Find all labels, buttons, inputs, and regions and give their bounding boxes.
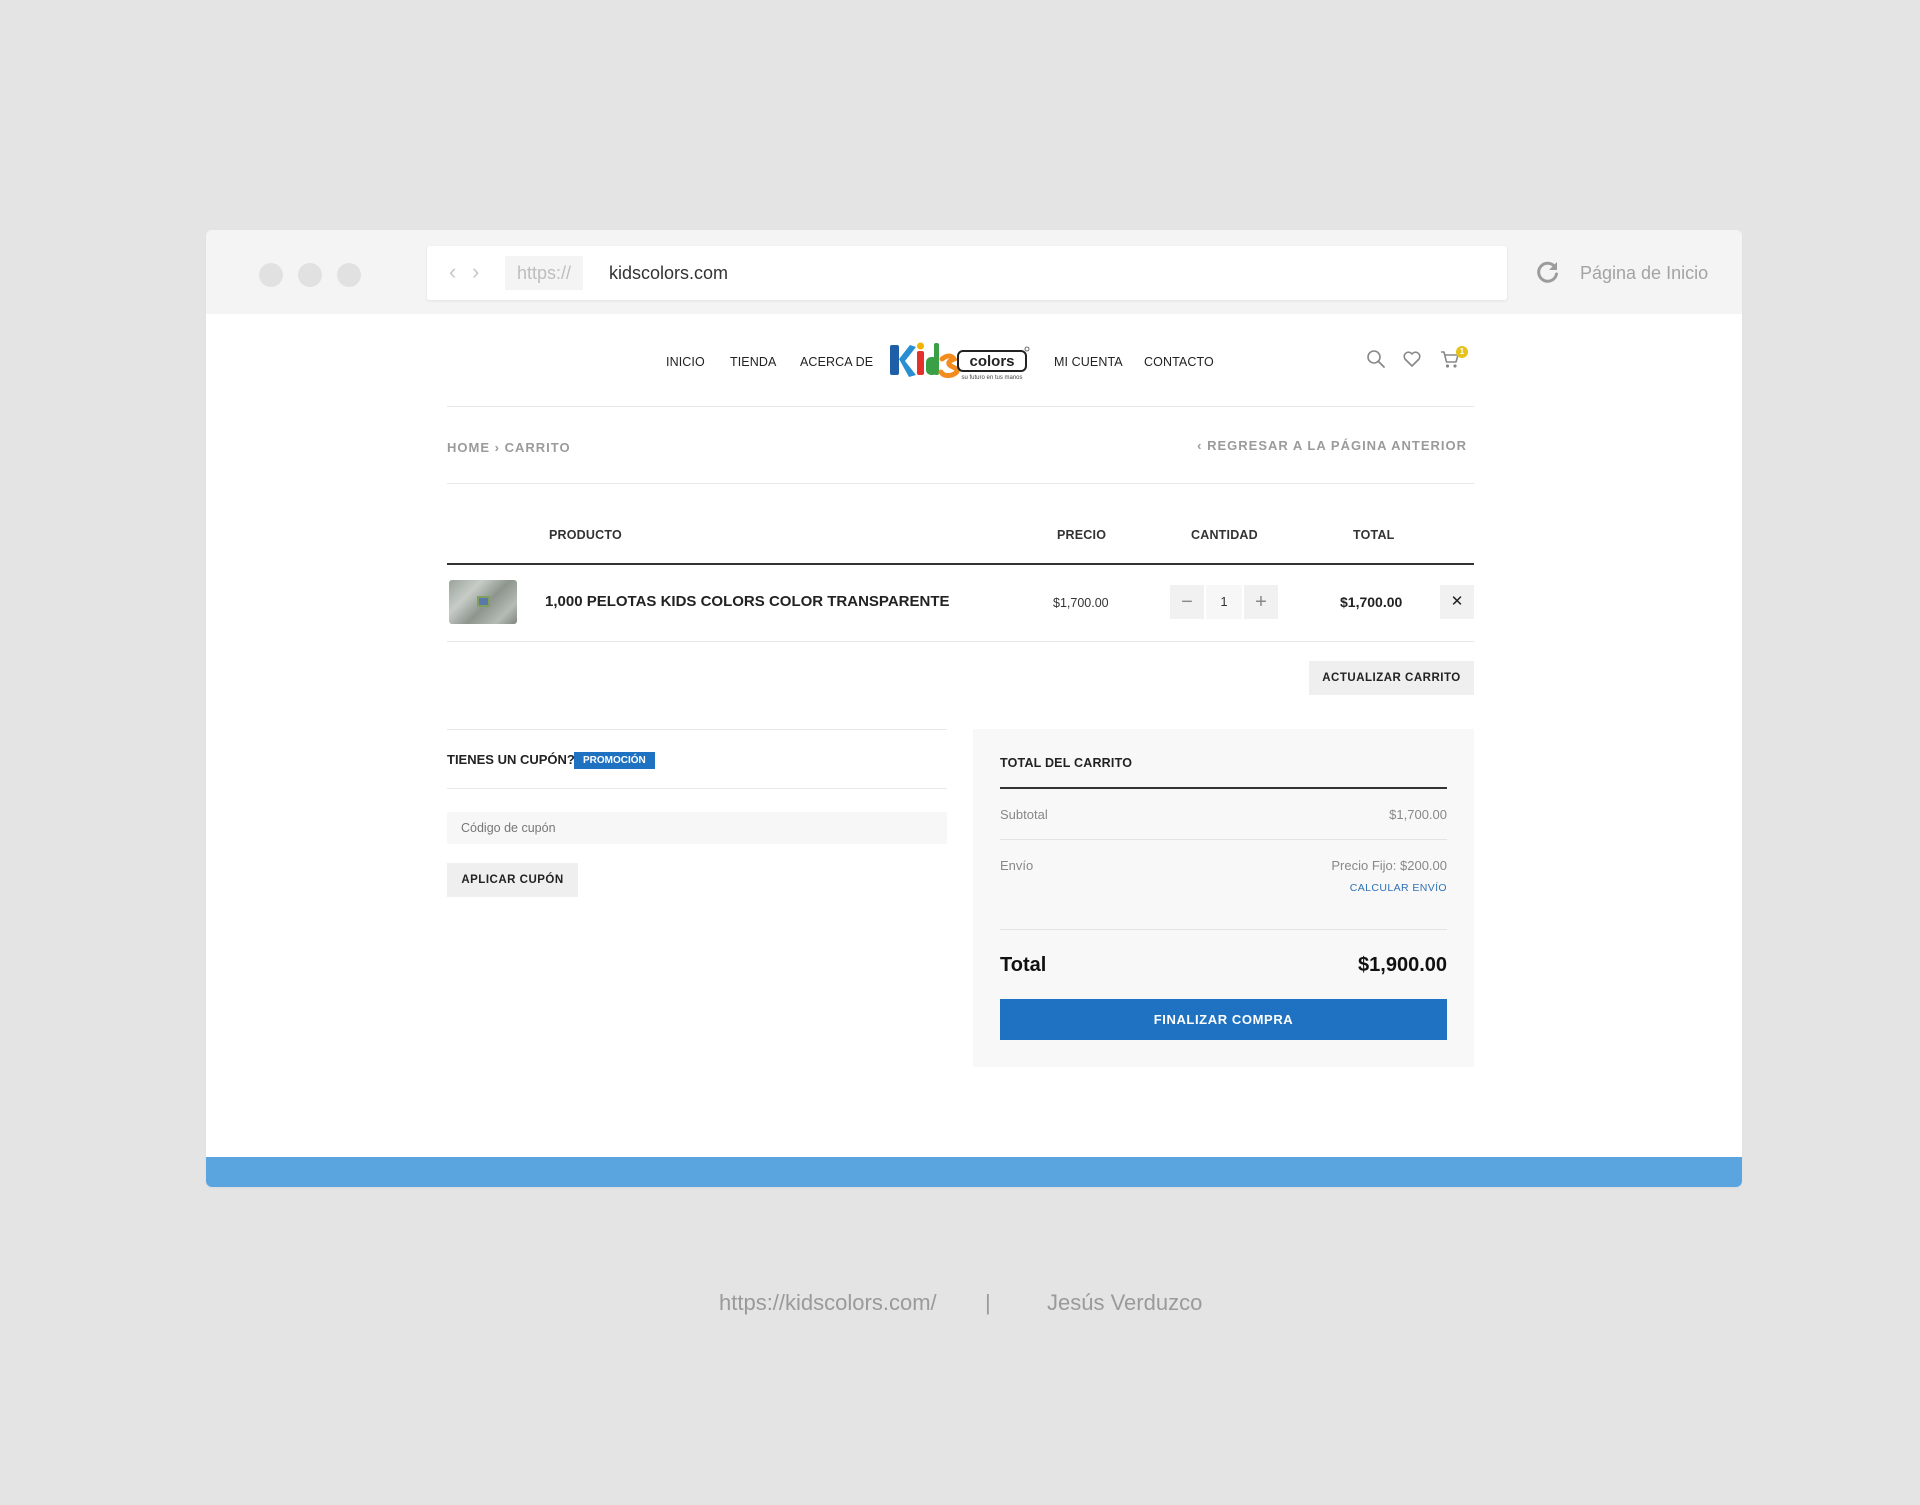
wishlist-heart-icon[interactable] [1401,348,1423,370]
remove-item-button[interactable]: ✕ [1440,585,1474,619]
product-name[interactable]: 1,000 PELOTAS KIDS COLORS COLOR TRANSPAR… [545,593,950,610]
update-cart-button[interactable]: ACTUALIZAR CARRITO [1309,661,1474,695]
column-header-quantity: CANTIDAD [1191,528,1258,542]
kidscolors-logo[interactable]: colors su futuro en tus manos [888,337,1030,383]
svg-text:colors: colors [969,353,1014,370]
back-arrow-icon[interactable]: ‹ [449,261,456,283]
breadcrumb-divider [447,483,1474,484]
column-header-price: PRECIO [1057,528,1107,542]
breadcrumb-separator: › [494,440,500,455]
quantity-input[interactable]: 1 [1206,585,1242,619]
nav-mi-cuenta[interactable]: MI CUENTA [1054,342,1123,382]
coupon-top-divider [447,729,947,730]
forward-arrow-icon[interactable]: › [472,261,479,283]
product-thumbnail[interactable] [449,580,517,624]
caption-url[interactable]: https://kidscolors.com/ [719,1290,937,1316]
apply-coupon-button[interactable]: APLICAR CUPÓN [447,863,578,897]
caption-author: Jesús Verduzco [1047,1290,1203,1315]
quantity-decrease-button[interactable]: − [1170,585,1204,619]
reload-icon[interactable] [1535,259,1561,285]
checkout-button[interactable]: FINALIZAR COMPRA [1000,999,1447,1040]
browser-window: ‹ › https:// kidscolors.com Página de In… [206,230,1742,1187]
shipping-divider [1000,929,1447,930]
coupon-title: TIENES UN CUPÓN? [447,752,575,767]
total-value: $1,900.00 [1358,954,1447,976]
promo-badge: PROMOCIÓN [574,752,655,769]
subtotal-value: $1,700.00 [1389,807,1447,822]
header-divider [447,406,1474,407]
back-to-previous-link[interactable]: ‹ REGRESAR A LA PÁGINA ANTERIOR [1197,438,1467,453]
cart-totals-title: TOTAL DEL CARRITO [1000,756,1133,770]
search-icon[interactable] [1365,348,1387,370]
shipping-value: Precio Fijo: $200.00 [1331,858,1447,873]
window-minimize-dot[interactable] [298,263,322,287]
total-label: Total [1000,954,1047,976]
calculate-shipping-link[interactable]: CALCULAR ENVÍO [1350,882,1447,894]
breadcrumb: HOME › CARRITO [447,440,571,455]
nav-tienda[interactable]: TIENDA [730,342,776,382]
column-header-product: PRODUCTO [549,528,622,542]
column-header-total: TOTAL [1353,528,1395,542]
coupon-divider [447,788,947,789]
nav-contacto[interactable]: CONTACTO [1144,342,1214,382]
url-domain[interactable]: kidscolors.com [609,261,728,285]
product-price: $1,700.00 [1053,596,1109,610]
cart-totals-panel: TOTAL DEL CARRITO Subtotal $1,700.00 Env… [973,729,1474,1067]
window-maximize-dot[interactable] [337,263,361,287]
svg-text:su futuro en tus manos: su futuro en tus manos [961,375,1022,381]
cart-totals-rule [1000,787,1447,789]
table-header-rule [447,563,1474,565]
quantity-increase-button[interactable]: + [1244,585,1278,619]
nav-acerca-de[interactable]: ACERCA DE [800,342,873,382]
url-protocol: https:// [505,256,584,290]
coupon-code-input[interactable] [447,812,947,844]
caption-divider: | [985,1290,991,1315]
shipping-label: Envío [1000,858,1034,873]
nav-inicio[interactable]: INICIO [666,342,705,382]
breadcrumb-current: CARRITO [504,440,571,455]
browser-toolbar: ‹ › https:// kidscolors.com Página de In… [206,230,1742,314]
breadcrumb-home[interactable]: HOME [447,440,490,455]
address-bar[interactable]: ‹ › https:// kidscolors.com [427,246,1507,300]
subtotal-label: Subtotal [1000,807,1048,822]
line-total: $1,700.00 [1340,594,1403,610]
browser-bottom-bar [206,1157,1742,1187]
subtotal-divider [1000,839,1447,840]
window-close-dot[interactable] [259,263,283,287]
cart-count-badge: 1 [1456,346,1468,358]
row-divider [447,641,1474,642]
home-page-link[interactable]: Página de Inicio [1580,261,1708,285]
